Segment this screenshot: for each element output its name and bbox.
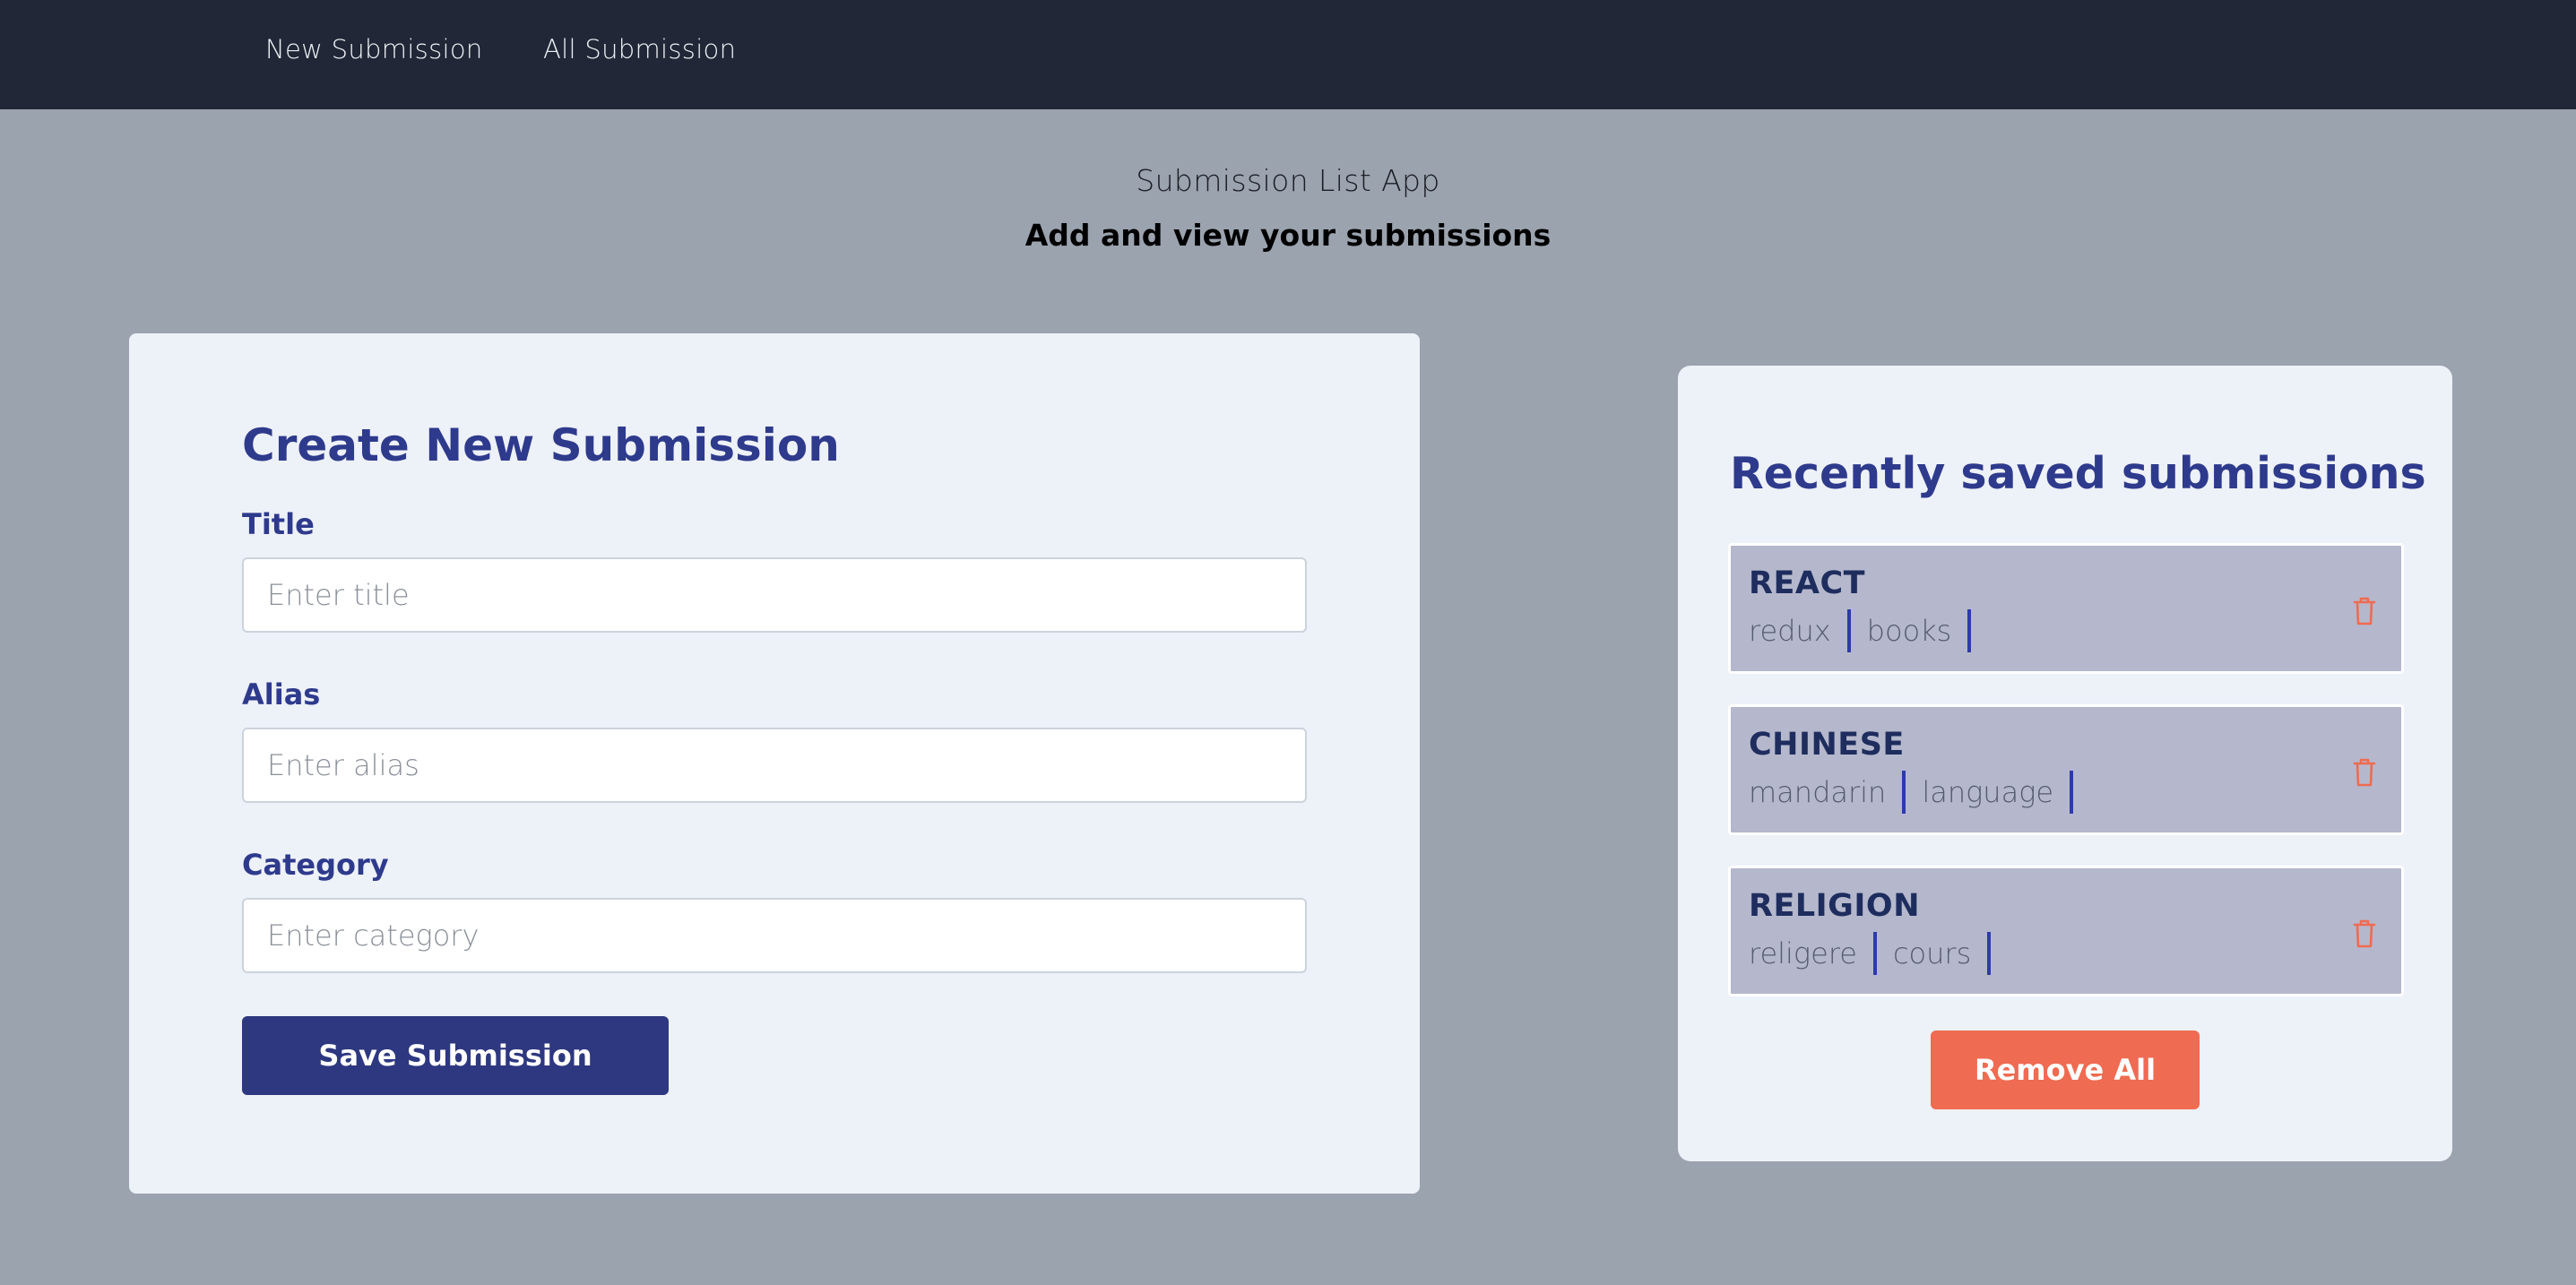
title-input[interactable] [242, 557, 1307, 633]
submission-title: CHINESE [1749, 727, 1905, 763]
category-label: Category [242, 848, 389, 882]
submission-tags: mandarin language [1749, 770, 2089, 815]
submission-item: RELIGION religere cours [1728, 866, 2404, 996]
nav-all-submission-link[interactable]: All Submission [543, 34, 736, 65]
submission-title: RELIGION [1749, 888, 1920, 924]
submission-title: REACT [1749, 565, 1866, 601]
create-submission-form: Create New Submission Title Alias Catego… [129, 333, 1420, 1194]
category-input[interactable] [242, 898, 1307, 973]
submission-tag: books [1867, 609, 1972, 652]
trash-icon[interactable] [2353, 596, 2376, 626]
form-heading: Create New Submission [242, 419, 840, 471]
app-subtitle: Add and view your submissions [1024, 218, 1552, 253]
app-title: Submission List App [1136, 163, 1440, 198]
submission-tags: religere cours [1749, 931, 2007, 976]
submission-tag: mandarin [1749, 771, 1906, 814]
alias-label: Alias [242, 677, 321, 711]
trash-icon[interactable] [2353, 757, 2376, 788]
recent-submissions-panel: Recently saved submissions REACT redux b… [1678, 366, 2452, 1161]
submission-tag: religere [1749, 932, 1877, 975]
submission-item: CHINESE mandarin language [1728, 704, 2404, 835]
alias-input[interactable] [242, 728, 1307, 803]
submission-tag: redux [1749, 609, 1851, 652]
nav-new-submission-link[interactable]: New Submission [265, 34, 483, 65]
submission-tag: language [1922, 771, 2074, 814]
list-heading: Recently saved submissions [1730, 448, 2426, 499]
trash-icon[interactable] [2353, 918, 2376, 949]
submission-tags: redux books [1749, 608, 1987, 653]
title-label: Title [242, 507, 315, 541]
top-navbar: New Submission All Submission [0, 0, 2576, 109]
save-submission-button[interactable]: Save Submission [242, 1016, 669, 1095]
submission-tag: cours [1893, 932, 1992, 975]
submission-item: REACT redux books [1728, 543, 2404, 674]
remove-all-button[interactable]: Remove All [1931, 1031, 2200, 1109]
